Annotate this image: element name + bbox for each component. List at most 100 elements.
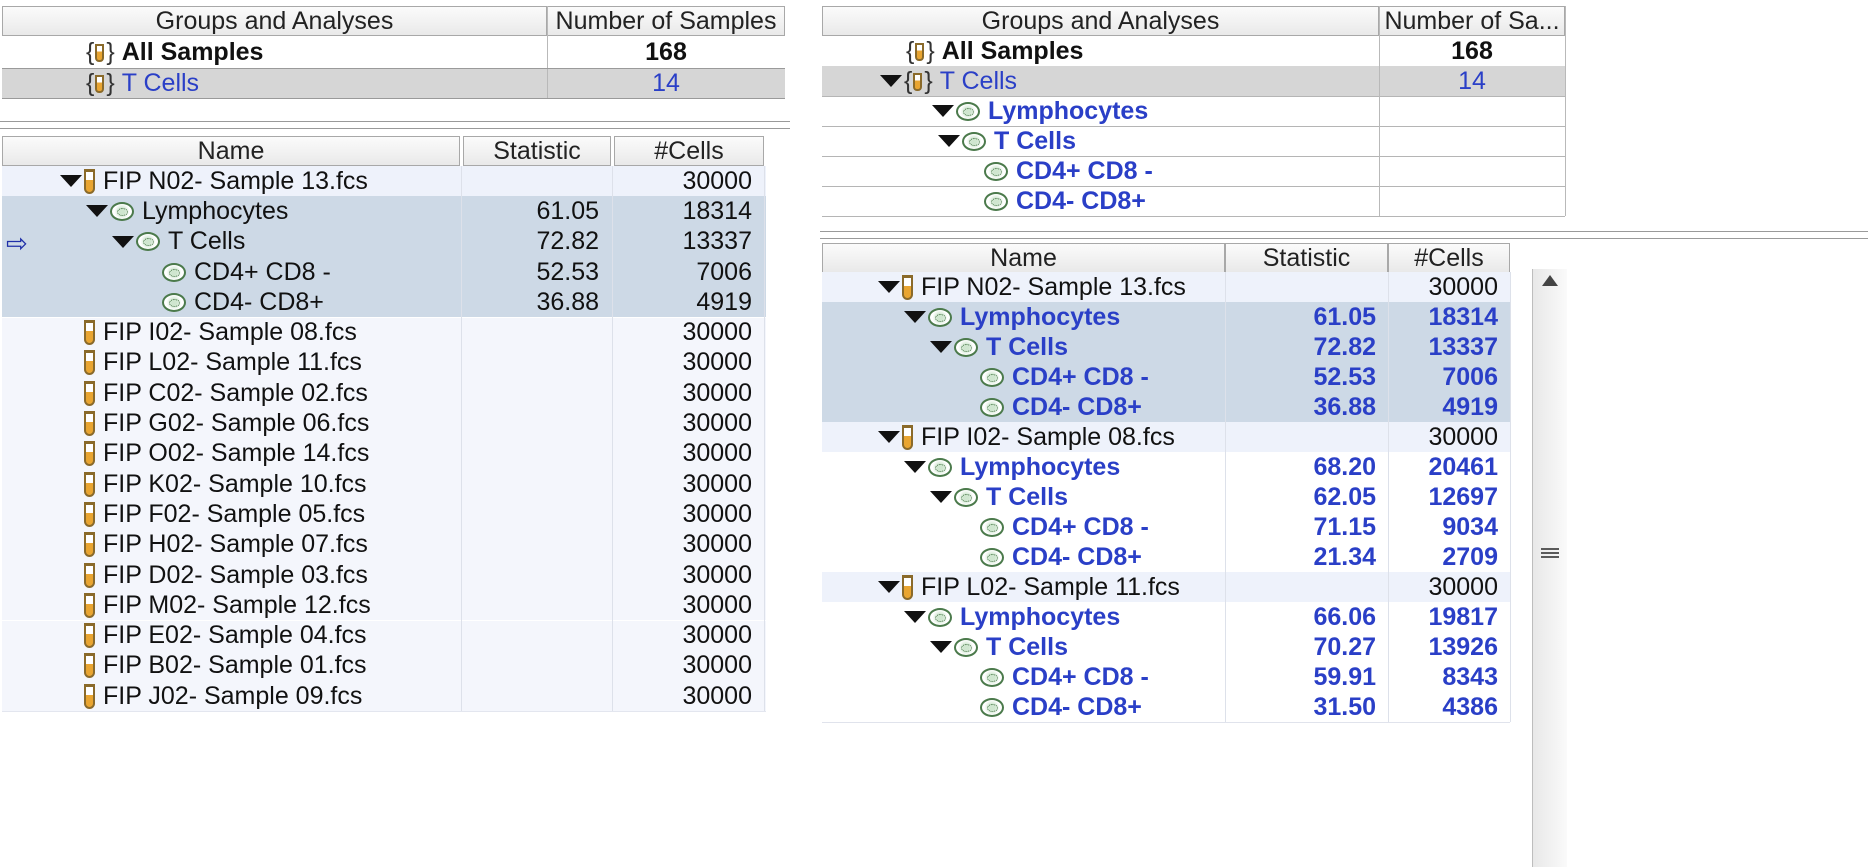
samples-header-cells[interactable]: #Cells	[1388, 243, 1510, 273]
sample-row[interactable]: FIP G02- Sample 06.fcs 30000	[2, 408, 766, 439]
vertical-scrollbar[interactable]	[1532, 269, 1567, 867]
gate-row[interactable]: CD4- CD8+ 36.88 4919	[822, 392, 1510, 422]
group-row[interactable]: Lymphocytes	[822, 96, 1565, 126]
group-row[interactable]: T Cells	[822, 126, 1565, 156]
sample-row[interactable]: FIP I02- Sample 08.fcs 30000	[2, 317, 766, 348]
expand-triangle-icon[interactable]	[878, 281, 900, 293]
samples-header-name[interactable]: Name	[822, 243, 1225, 273]
sample-row[interactable]: FIP K02- Sample 10.fcs 30000	[2, 469, 766, 500]
sample-row[interactable]: FIP C02- Sample 02.fcs 30000	[2, 378, 766, 409]
tube-icon	[902, 424, 913, 450]
gate-row[interactable]: CD4+ CD8 - 52.53 7006	[822, 362, 1510, 392]
expand-triangle-icon[interactable]	[112, 235, 134, 248]
expand-triangle-icon[interactable]	[932, 105, 954, 117]
cells-value: 30000	[682, 499, 752, 528]
expand-triangle-icon[interactable]	[930, 641, 952, 653]
sample-row[interactable]: FIP E02- Sample 04.fcs 30000	[2, 620, 766, 651]
expand-triangle-icon[interactable]	[938, 135, 960, 147]
sample-row[interactable]: FIP L02- Sample 11.fcs 30000	[822, 572, 1510, 602]
sample-row[interactable]: FIP I02- Sample 08.fcs 30000	[822, 422, 1510, 452]
expand-triangle-icon[interactable]	[86, 205, 108, 218]
samples-header-cells[interactable]: #Cells	[614, 136, 764, 166]
groups-header-count[interactable]: Number of Samples	[547, 6, 785, 36]
gate-row[interactable]: CD4- CD8+ 21.34 2709	[822, 542, 1510, 572]
samples-header-name[interactable]: Name	[2, 136, 460, 166]
gate-icon	[980, 397, 1004, 417]
sample-row[interactable]: FIP B02- Sample 01.fcs 30000	[2, 650, 766, 682]
expand-triangle-icon[interactable]	[904, 461, 926, 473]
sample-row[interactable]: FIP D02- Sample 03.fcs 30000	[2, 559, 766, 591]
row-label: CD4+ CD8 -	[1012, 512, 1149, 541]
samples-header-statistic[interactable]: Statistic	[463, 136, 611, 166]
samples-table-body: FIP N02- Sample 13.fcs 30000 Lymphocytes 61…	[820, 272, 1511, 867]
gate-row[interactable]: CD4+ CD8 - 52.53 7006	[2, 256, 766, 288]
sample-row[interactable]: FIP H02- Sample 07.fcs 30000	[2, 529, 766, 560]
row-label: T Cells	[994, 126, 1076, 155]
group-row[interactable]: {} T Cells 14	[822, 66, 1565, 96]
gate-row[interactable]: T Cells 62.05 12697	[822, 482, 1510, 512]
group-row-all-samples[interactable]: {} All Samples 168	[2, 36, 785, 68]
tube-icon	[84, 471, 95, 497]
sample-row[interactable]: FIP O02- Sample 14.fcs 30000	[2, 438, 766, 469]
group-count	[1379, 96, 1565, 126]
tube-icon	[84, 350, 95, 376]
sample-row[interactable]: FIP J02- Sample 09.fcs 30000	[2, 681, 766, 712]
row-label: CD4- CD8+	[1012, 542, 1142, 571]
gate-icon	[984, 191, 1008, 211]
cells-value: 7006	[696, 257, 752, 286]
expand-triangle-icon[interactable]	[60, 175, 82, 188]
scroll-up-arrow-icon[interactable]	[1542, 275, 1558, 286]
gate-icon	[980, 667, 1004, 687]
tube-icon	[84, 441, 95, 467]
sample-row[interactable]: FIP M02- Sample 12.fcs 30000	[2, 590, 766, 621]
row-label: FIP F02- Sample 05.fcs	[103, 499, 366, 528]
gate-icon	[162, 262, 186, 282]
row-label: T Cells	[986, 632, 1068, 661]
gate-row[interactable]: T Cells 72.82 13337	[2, 226, 766, 257]
expand-triangle-icon[interactable]	[880, 75, 902, 87]
gate-row[interactable]: CD4+ CD8 - 59.91 8343	[822, 662, 1510, 692]
group-row[interactable]: CD4+ CD8 -	[822, 156, 1565, 186]
gate-row[interactable]: CD4- CD8+ 36.88 4919	[2, 287, 766, 318]
expand-triangle-icon[interactable]	[878, 581, 900, 593]
sample-row[interactable]: FIP F02- Sample 05.fcs 30000	[2, 499, 766, 530]
cells-value: 4386	[1442, 692, 1498, 721]
scroll-thumb-grip-icon[interactable]	[1541, 548, 1559, 558]
row-label: FIP K02- Sample 10.fcs	[103, 469, 367, 498]
row-label: CD4- CD8+	[1012, 692, 1142, 721]
cells-value: 30000	[682, 166, 752, 195]
samples-header-statistic[interactable]: Statistic	[1225, 243, 1388, 273]
sample-row[interactable]: FIP N02- Sample 13.fcs 30000	[822, 272, 1510, 302]
gate-row[interactable]: CD4+ CD8 - 71.15 9034	[822, 512, 1510, 542]
gate-row[interactable]: CD4- CD8+ 31.50 4386	[822, 692, 1510, 722]
gate-row[interactable]: Lymphocytes 61.05 18314	[2, 196, 766, 227]
gate-row[interactable]: T Cells 70.27 13926	[822, 632, 1510, 662]
group-row[interactable]: {} All Samples 168	[822, 36, 1565, 66]
statistic-value	[463, 681, 611, 711]
right-groups-panel: Groups and Analyses Number of Sa... {} Al…	[820, 0, 1868, 232]
groups-header-name[interactable]: Groups and Analyses	[2, 6, 547, 36]
row-label: FIP O02- Sample 14.fcs	[103, 439, 370, 468]
gate-icon	[954, 637, 978, 657]
groups-header-name[interactable]: Groups and Analyses	[822, 6, 1379, 36]
statistic-value	[463, 590, 611, 620]
expand-triangle-icon[interactable]	[904, 311, 926, 323]
expand-triangle-icon[interactable]	[878, 431, 900, 443]
gate-row[interactable]: Lymphocytes 68.20 20461	[822, 452, 1510, 482]
expand-triangle-icon[interactable]	[930, 341, 952, 353]
expand-triangle-icon[interactable]	[904, 611, 926, 623]
expand-triangle-icon[interactable]	[930, 491, 952, 503]
tube-icon	[84, 501, 95, 527]
gate-row[interactable]: Lymphocytes 61.05 18314	[822, 302, 1510, 332]
groups-header-count[interactable]: Number of Sa...	[1379, 6, 1565, 36]
group-icon: {}	[86, 37, 115, 66]
cells-value: 30000	[682, 651, 752, 680]
group-row[interactable]: CD4- CD8+	[822, 186, 1565, 216]
cells-value: 30000	[1428, 422, 1498, 451]
group-row-t-cells[interactable]: {} T Cells 14	[2, 68, 785, 98]
sample-row[interactable]: FIP L02- Sample 11.fcs 30000	[2, 347, 766, 379]
gate-row[interactable]: T Cells 72.82 13337	[822, 332, 1510, 362]
sample-row[interactable]: FIP N02- Sample 13.fcs 30000	[2, 166, 766, 197]
gate-row[interactable]: Lymphocytes 66.06 19817	[822, 602, 1510, 632]
gate-icon	[980, 367, 1004, 387]
